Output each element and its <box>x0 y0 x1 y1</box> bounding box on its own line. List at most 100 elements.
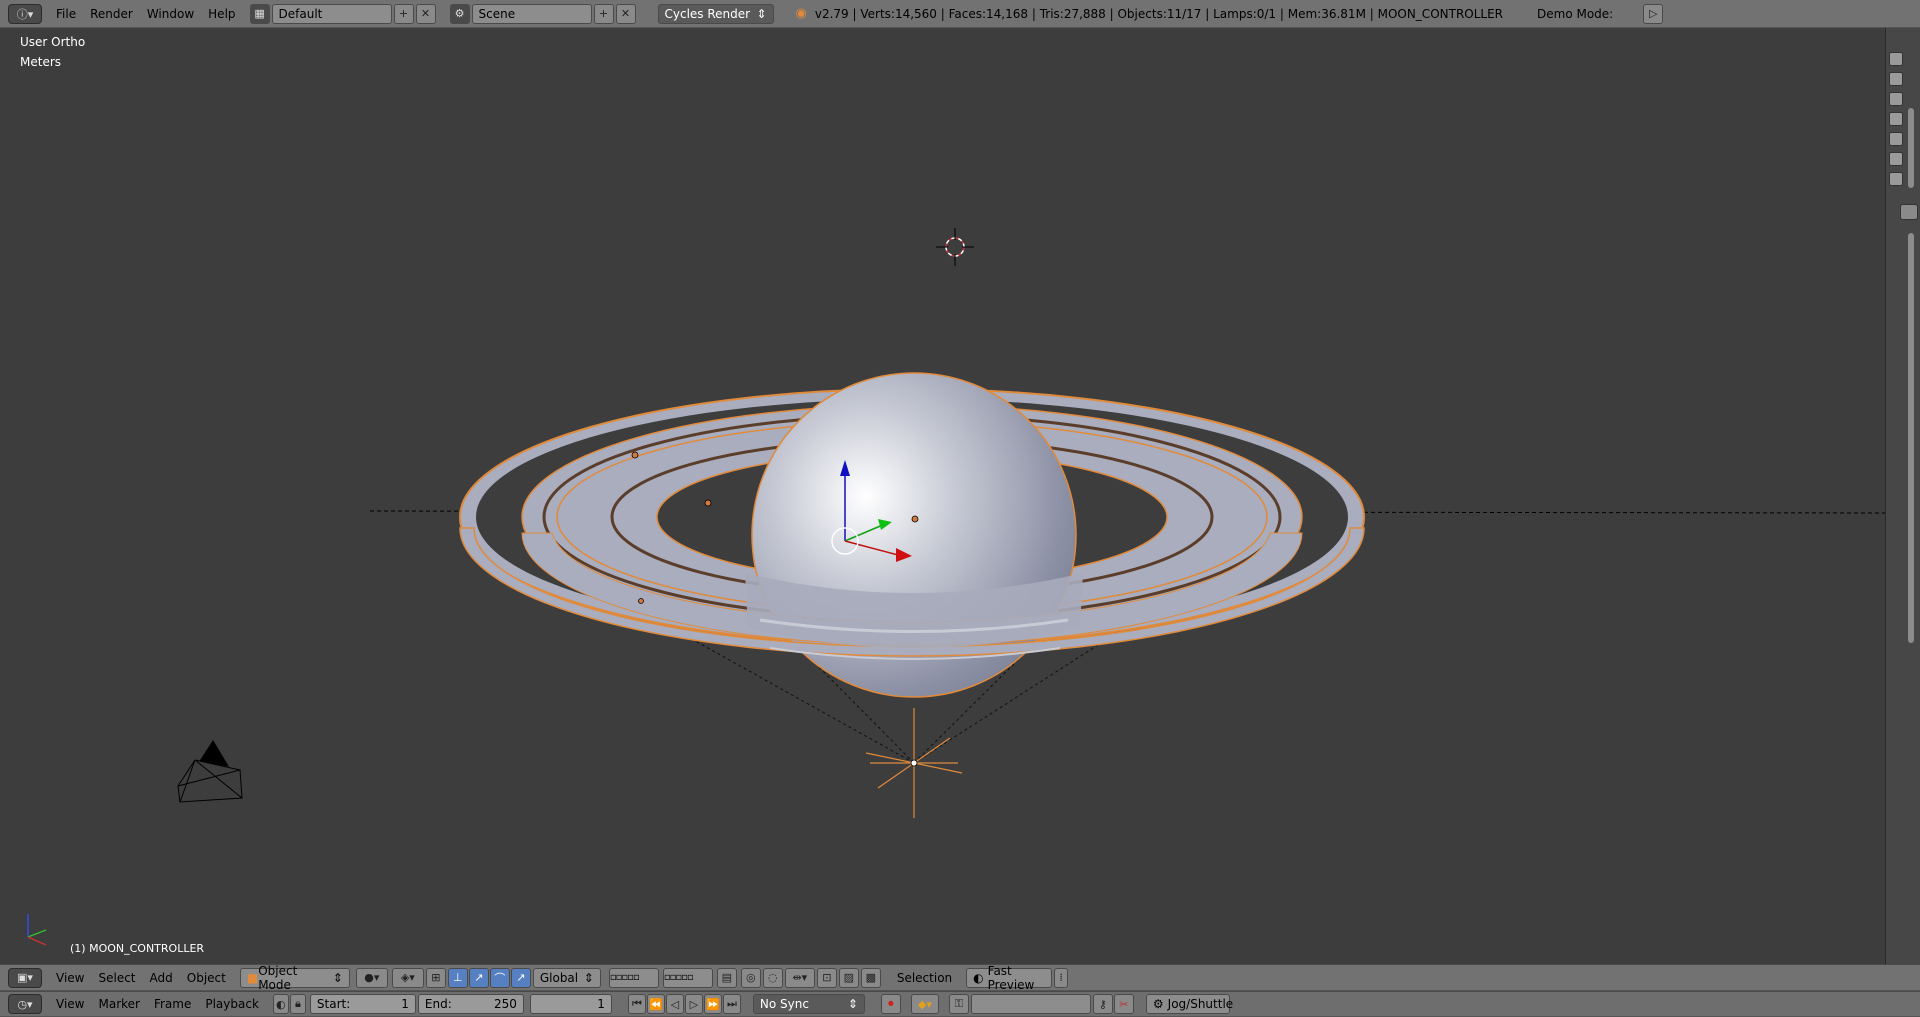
viewport-menu-select[interactable]: Select <box>98 971 135 985</box>
rotate-manipulator[interactable]: ↗ <box>468 967 489 988</box>
demo-mode-label: Demo Mode: <box>1537 6 1614 21</box>
mode-select[interactable]: ■ Object Mode ⇕ <box>239 964 350 992</box>
layout-selector[interactable]: Default <box>271 3 392 24</box>
moon-dot[interactable] <box>911 515 919 523</box>
snap-select[interactable]: ⇹▾ <box>784 967 815 988</box>
scene-icon[interactable]: ⚙ <box>449 3 470 24</box>
layer-grid-icon: ▫▫▫▫▫ <box>609 972 640 983</box>
timeline-editor-type-button[interactable]: ◷▾ <box>8 994 42 1014</box>
play-icon: ▷ <box>1649 7 1658 20</box>
viewport-header: ▣▾ View Select Add Object ■ Object Mode … <box>0 964 1920 992</box>
render-camera-icon[interactable]: ▨ <box>838 967 859 988</box>
outliner-visibility-icon[interactable] <box>1889 72 1903 86</box>
viewport-editor-type-button[interactable]: ▣▾ <box>8 967 42 988</box>
viewport-menu-add[interactable]: Add <box>150 971 173 985</box>
jog-shuttle-button[interactable]: ⚙ Jog/Shuttle <box>1145 994 1233 1014</box>
menu-file[interactable]: File <box>56 7 76 21</box>
outliner-visibility-icon[interactable] <box>1889 92 1903 106</box>
snap-element-icon[interactable]: ⊡ <box>816 967 837 988</box>
preset-extra-icon[interactable]: ⁞ <box>1054 967 1069 988</box>
add-scene-icon[interactable]: + <box>593 3 614 24</box>
outliner-visibility-icon[interactable] <box>1889 112 1903 126</box>
delete-keyframe-icon[interactable]: ✂ <box>1113 994 1134 1014</box>
timeline-menu-marker[interactable]: Marker <box>98 997 139 1011</box>
lock-range-icon[interactable]: 🔒︎ <box>289 994 306 1014</box>
remove-layout-icon[interactable]: ✕ <box>415 3 436 24</box>
layer-buttons-group-2[interactable]: ▫▫▫▫▫ <box>662 967 713 988</box>
scene-selector[interactable]: Scene <box>471 3 592 24</box>
layout-grid-icon[interactable]: ▦ <box>249 3 270 24</box>
active-keying-set-field[interactable] <box>970 994 1091 1014</box>
timeline-menu-view[interactable]: View <box>56 997 84 1011</box>
sync-mode-select[interactable]: No Sync ⇕ <box>752 994 865 1014</box>
scale-manipulator[interactable]: ⌒ <box>489 967 510 988</box>
transform-orientation-select[interactable]: Global ⇕ <box>532 967 601 988</box>
proportional-edit-icon[interactable]: ◎ <box>740 967 761 988</box>
3d-cursor[interactable] <box>936 228 974 266</box>
outliner-visibility-icon[interactable] <box>1889 132 1903 146</box>
start-frame-field[interactable]: Start: 1 <box>309 994 416 1014</box>
viewport-menu-view[interactable]: View <box>56 971 84 985</box>
start-label: Start: <box>316 997 351 1011</box>
menu-window[interactable]: Window <box>147 7 194 21</box>
lock-layers-icon[interactable]: ▤ <box>716 967 737 988</box>
add-layout-icon[interactable]: + <box>393 3 414 24</box>
falloff-icon[interactable]: ◌ <box>762 967 783 988</box>
menu-render[interactable]: Render <box>90 7 133 21</box>
moon-dot[interactable] <box>638 598 644 604</box>
record-button[interactable]: ⏺ <box>880 994 901 1014</box>
render-anim-icon[interactable]: ▩ <box>860 967 881 988</box>
current-frame-field[interactable]: 1 <box>529 994 612 1014</box>
dropdown-arrow-icon: ⇕ <box>583 970 594 985</box>
timeline-menu-frame[interactable]: Frame <box>154 997 191 1011</box>
preview-range-icon[interactable]: ◐ <box>272 994 289 1014</box>
keying-set-icon[interactable]: ⚿ <box>948 994 969 1014</box>
sphere-shading-icon: ●▾ <box>364 971 380 984</box>
scene-render <box>27 228 1885 946</box>
outliner-visibility-icon[interactable] <box>1889 152 1903 166</box>
menu-help[interactable]: Help <box>208 7 235 21</box>
keying-set-select[interactable]: ◆▾ <box>910 994 939 1014</box>
arrow-icon: ↗ <box>516 971 526 984</box>
sync-mode-label: No Sync <box>759 997 809 1011</box>
render-engine-label: Cycles Render <box>664 6 751 21</box>
outliner-visibility-icon[interactable] <box>1889 172 1903 186</box>
demo-mode-play-button[interactable]: ▷ <box>1643 3 1664 24</box>
timeline-menu-playback[interactable]: Playback <box>205 997 259 1011</box>
render-engine-select[interactable]: Cycles Render ⇕ <box>657 3 774 24</box>
jump-start-icon[interactable]: ⏮ <box>627 994 646 1014</box>
prev-keyframe-icon[interactable]: ⏪ <box>646 994 665 1014</box>
arrow-axis-icon: ⊥ <box>453 971 463 984</box>
properties-tab-icon[interactable] <box>1900 204 1918 220</box>
play-icon[interactable]: ▷ <box>684 994 703 1014</box>
3d-viewport[interactable]: User Ortho Meters (1) MOON_CONTROLLER <box>0 28 1885 964</box>
moon-controller-empty[interactable] <box>865 708 963 818</box>
outliner-scrollbar[interactable] <box>1908 108 1914 188</box>
properties-scrollbar[interactable] <box>1908 233 1914 643</box>
manipulator-extra[interactable]: ↗ <box>510 967 531 988</box>
orientation-label: Global <box>539 970 579 985</box>
next-keyframe-icon[interactable]: ⏩ <box>703 994 722 1014</box>
axis-indicator <box>27 914 47 946</box>
moon-dot[interactable] <box>631 451 639 459</box>
insert-keyframe-icon[interactable]: ⚷ <box>1092 994 1113 1014</box>
manipulator-toggle[interactable]: ⊞ <box>425 967 446 988</box>
play-reverse-icon[interactable]: ◁ <box>665 994 684 1014</box>
viewport-menu-object[interactable]: Object <box>187 971 226 985</box>
shading-select[interactable]: ●▾ <box>355 967 388 988</box>
editor-type-button[interactable]: ⓘ▾ <box>8 3 42 24</box>
jump-end-icon[interactable]: ⏭ <box>722 994 741 1014</box>
camera-object[interactable] <box>177 740 243 803</box>
rotate-icon: ↗ <box>474 971 484 984</box>
curve-icon: ⌒ <box>494 971 506 985</box>
moon-dot[interactable] <box>704 499 712 507</box>
outliner-visibility-icon[interactable] <box>1889 52 1903 66</box>
translate-manipulator[interactable]: ⊥ <box>447 967 468 988</box>
remove-scene-icon[interactable]: ✕ <box>615 3 636 24</box>
render-preset-button[interactable]: ◐ Fast Preview <box>966 964 1053 992</box>
layer-buttons-group-1[interactable]: ▫▫▫▫▫ <box>608 967 659 988</box>
jog-label: Jog/Shuttle <box>1167 997 1234 1011</box>
layout-name: Default <box>278 6 323 21</box>
pivot-point-select[interactable]: ◈▾ <box>391 967 424 988</box>
end-frame-field[interactable]: End: 250 <box>417 994 524 1014</box>
